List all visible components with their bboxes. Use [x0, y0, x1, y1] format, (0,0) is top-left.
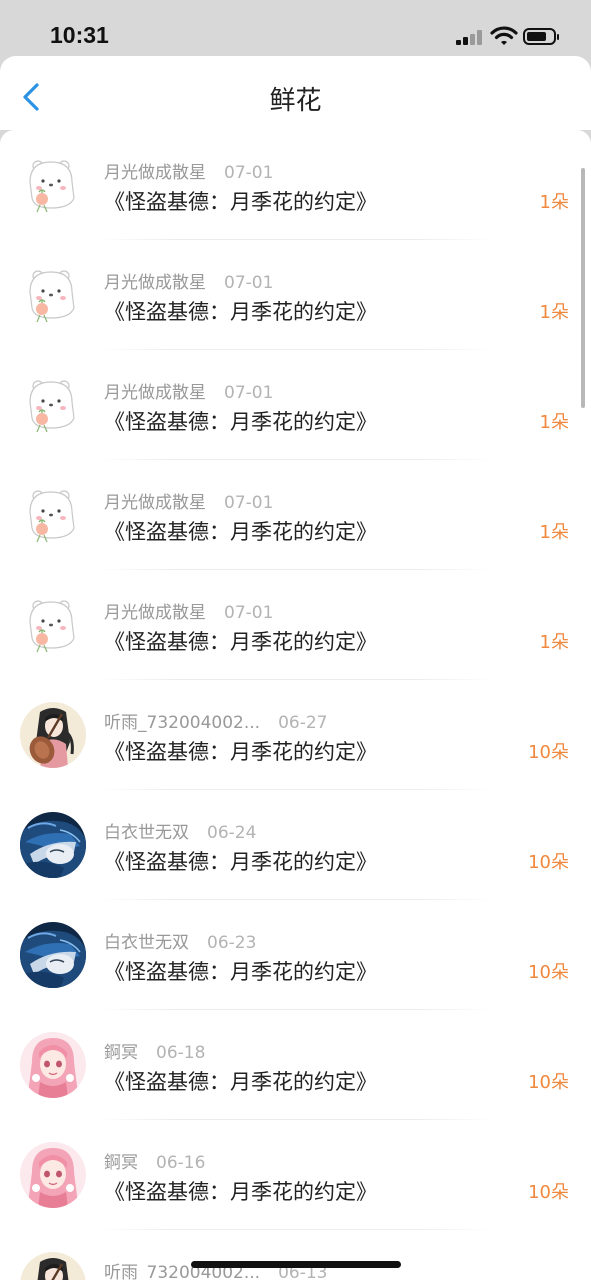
flower-record-list[interactable]: 月光做成散星 07-01 《怪盗基德：月季花的约定》 1朵 月光做成散星 07-01 《怪… [0, 130, 591, 1280]
list-item[interactable]: 月光做成散星 07-01 《怪盗基德：月季花的约定》 1朵 [0, 130, 591, 240]
list-item[interactable]: 听雨_732004002...06-13《怪盗基德：月季花的约定》10朵 [0, 1230, 591, 1280]
list-item[interactable]: 白衣世无双 06-23 《怪盗基德：月季花的约定》 10朵 [0, 900, 591, 1010]
gift-date: 07-01 [224, 273, 274, 293]
nav-bar: 鲜花 [0, 56, 591, 130]
gift-date: 06-23 [207, 933, 257, 953]
book-title: 《怪盗基德：月季花的约定》 [104, 850, 377, 874]
username[interactable]: 月光做成散星 [104, 383, 206, 403]
book-title: 《怪盗基德：月季花的约定》 [104, 1180, 377, 1204]
avatar[interactable] [20, 482, 86, 548]
avatar[interactable] [20, 372, 86, 438]
gift-date: 06-16 [156, 1153, 206, 1173]
flower-count: 1朵 [539, 302, 569, 323]
gift-date: 07-01 [224, 383, 274, 403]
gift-date: 07-01 [224, 603, 274, 623]
username[interactable]: 白衣世无双 [104, 823, 189, 843]
gift-date: 06-18 [156, 1043, 206, 1063]
avatar[interactable] [20, 702, 86, 768]
book-title: 《怪盗基德：月季花的约定》 [104, 630, 377, 654]
list-item[interactable]: 月光做成散星 07-01 《怪盗基德：月季花的约定》 1朵 [0, 570, 591, 680]
user-line: 白衣世无双 06-23 [104, 928, 256, 953]
flower-count: 10朵 [528, 742, 569, 763]
username[interactable]: 白衣世无双 [104, 933, 189, 953]
book-title: 《怪盗基德：月季花的约定》 [104, 1070, 377, 1094]
scrollbar[interactable] [581, 168, 585, 408]
username[interactable]: 月光做成散星 [104, 603, 206, 623]
avatar[interactable] [20, 812, 86, 878]
book-title: 《怪盗基德：月季花的约定》 [104, 410, 377, 434]
user-line: 月光做成散星 07-01 [104, 598, 273, 623]
list-item[interactable]: 月光做成散星 07-01 《怪盗基德：月季花的约定》 1朵 [0, 240, 591, 350]
book-title: 《怪盗基德：月季花的约定》 [104, 740, 377, 764]
user-line: 錒冥 06-16 [104, 1148, 205, 1173]
avatar[interactable] [20, 262, 86, 328]
book-title: 《怪盗基德：月季花的约定》 [104, 960, 377, 984]
flower-count: 1朵 [539, 412, 569, 433]
flower-count: 1朵 [539, 522, 569, 543]
user-line: 白衣世无双 06-24 [104, 818, 256, 843]
flower-count: 10朵 [528, 962, 569, 983]
gift-date: 06-24 [207, 823, 257, 843]
flower-count: 1朵 [539, 192, 569, 213]
list-item[interactable]: 月光做成散星 07-01 《怪盗基德：月季花的约定》 1朵 [0, 350, 591, 460]
user-line: 听雨_732004002... 06-27 [104, 708, 327, 733]
user-line: 錒冥 06-18 [104, 1038, 205, 1063]
username[interactable]: 錒冥 [104, 1153, 138, 1173]
username[interactable]: 月光做成散星 [104, 493, 206, 513]
avatar[interactable] [20, 1032, 86, 1098]
username[interactable]: 月光做成散星 [104, 163, 206, 183]
status-bar: 10:31 [0, 0, 591, 56]
username[interactable]: 錒冥 [104, 1043, 138, 1063]
book-title: 《怪盗基德：月季花的约定》 [104, 300, 377, 324]
flower-count: 10朵 [528, 1182, 569, 1203]
list-item[interactable]: 錒冥 06-18 《怪盗基德：月季花的约定》 10朵 [0, 1010, 591, 1120]
gift-date: 06-27 [278, 713, 328, 733]
user-line: 月光做成散星 07-01 [104, 378, 273, 403]
flower-count: 10朵 [528, 1072, 569, 1093]
home-indicator[interactable] [191, 1261, 401, 1268]
avatar[interactable] [20, 592, 86, 658]
status-time: 10:31 [50, 22, 109, 48]
avatar[interactable] [20, 1142, 86, 1208]
book-title: 《怪盗基德：月季花的约定》 [104, 520, 377, 544]
user-line: 月光做成散星 07-01 [104, 268, 273, 293]
gift-date: 07-01 [224, 163, 274, 183]
list-item[interactable]: 白衣世无双 06-24 《怪盗基德：月季花的约定》 10朵 [0, 790, 591, 900]
list-item[interactable]: 錒冥 06-16 《怪盗基德：月季花的约定》 10朵 [0, 1120, 591, 1230]
cellular-signal-icon [456, 29, 486, 45]
flower-count: 10朵 [528, 852, 569, 873]
page-title: 鲜花 [269, 86, 322, 116]
gift-date: 07-01 [224, 493, 274, 513]
user-line: 月光做成散星 07-01 [104, 488, 273, 513]
list-item[interactable]: 听雨_732004002... 06-27 《怪盗基德：月季花的约定》 10朵 [0, 680, 591, 790]
battery-icon [523, 28, 559, 45]
flower-count: 1朵 [539, 632, 569, 653]
user-line: 月光做成散星 07-01 [104, 158, 273, 183]
username[interactable]: 听雨_732004002... [104, 713, 260, 733]
avatar[interactable] [20, 922, 86, 988]
avatar[interactable] [20, 152, 86, 218]
book-title: 《怪盗基德：月季花的约定》 [104, 190, 377, 214]
wifi-icon [490, 26, 518, 45]
list-item[interactable]: 月光做成散星 07-01 《怪盗基德：月季花的约定》 1朵 [0, 460, 591, 570]
avatar[interactable] [20, 1252, 86, 1280]
username[interactable]: 月光做成散星 [104, 273, 206, 293]
